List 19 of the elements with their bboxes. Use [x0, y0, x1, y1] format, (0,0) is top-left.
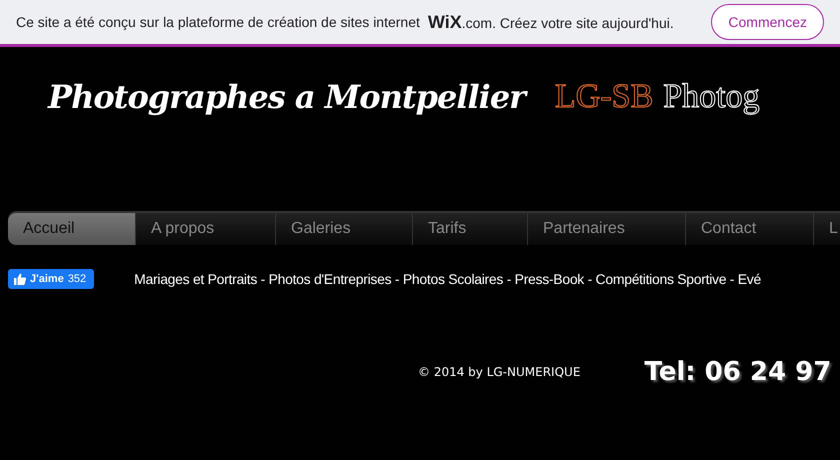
nav-tab[interactable]: Partenaires: [528, 213, 686, 245]
nav-tab[interactable]: Accueil: [8, 213, 136, 245]
thumbs-up-icon: [14, 273, 26, 285]
nav-tab[interactable]: Galeries: [276, 213, 413, 245]
phone-number: Tel: 06 24 97: [644, 357, 832, 387]
nav-tab[interactable]: L: [814, 213, 840, 245]
tagline: Mariages et Portraits - Photos d'Entreprises - Photos Scolaires - Press-Book - Compétitions Sportive - Evé: [134, 271, 761, 287]
site-title: Photographes a Montpellier: [48, 78, 526, 116]
like-button[interactable]: J'aime 352: [8, 269, 94, 289]
start-button[interactable]: Commencez: [711, 4, 824, 40]
nav-tab[interactable]: Tarifs: [413, 213, 528, 245]
nav-tab[interactable]: A propos: [136, 213, 276, 245]
banner-text: Ce site a été conçu sur la plateforme de création de sites internet: [16, 14, 420, 30]
copyright-text: © 2014 by LG-NUMERIQUE: [418, 365, 580, 379]
logo-text: Photog: [663, 78, 760, 116]
logo-text: LG-SB: [555, 78, 654, 116]
nav-tab[interactable]: Contact: [686, 213, 814, 245]
wix-logo: WiX: [428, 12, 462, 32]
banner-text: .com. Créez votre site aujourd'hui.: [462, 14, 674, 30]
